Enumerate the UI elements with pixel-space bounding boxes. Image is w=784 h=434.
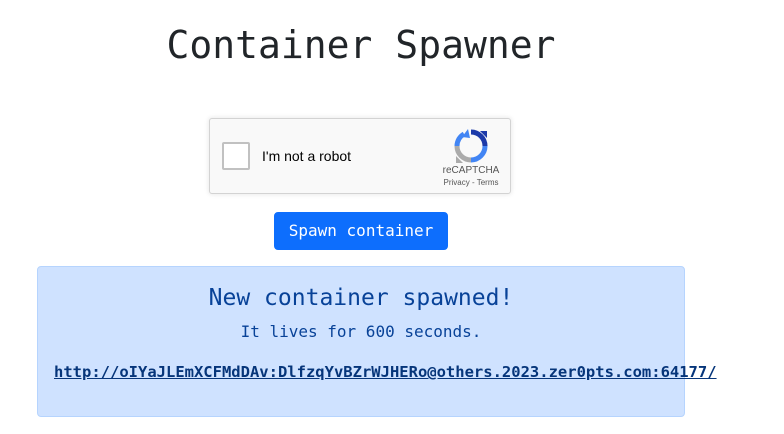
recaptcha-logo-icon	[454, 129, 488, 163]
spawn-container-button[interactable]: Spawn container	[274, 212, 448, 250]
recaptcha-privacy-link[interactable]: Privacy	[444, 178, 470, 187]
recaptcha-widget: I'm not a robot reCAPTCHA Privacy - Term…	[209, 118, 511, 194]
container-url-link[interactable]: http://oIYaJLEmXCFMdDAv:DlfzqYvBZrWJHERo…	[54, 362, 717, 382]
container-spawned-alert: New container spawned! It lives for 600 …	[37, 266, 717, 417]
alert-lifetime-text: It lives for 600 seconds.	[240, 322, 482, 341]
recaptcha-checkbox[interactable]	[222, 142, 250, 170]
alert-heading: New container spawned!	[208, 285, 514, 311]
page: Container Spawner I'm not a robot reCAPT…	[0, 0, 784, 434]
recaptcha-link-separator: -	[471, 178, 475, 187]
recaptcha-links: Privacy - Terms	[430, 178, 512, 188]
recaptcha-brand: reCAPTCHA	[442, 165, 500, 176]
recaptcha-label: I'm not a robot	[262, 148, 352, 164]
recaptcha-terms-link[interactable]: Terms	[477, 178, 499, 187]
page-title: Container Spawner	[166, 23, 556, 67]
